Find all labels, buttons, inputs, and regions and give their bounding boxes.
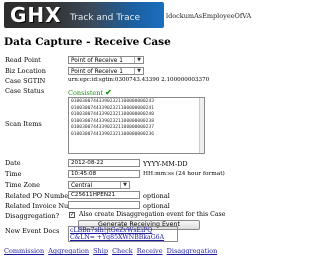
nav-check-link[interactable]: Check [112,247,133,255]
event-doc-link[interactable]: C&LN= +Yq85XWNBBkaG6A [70,234,164,241]
disaggregation-checkbox[interactable]: ✓ [69,212,75,218]
new-event-docs-label: New Event Docs [5,227,60,235]
header: GHX Track and Trace ldockumAsEmployeeOfV… [4,2,270,28]
bottom-nav: Commission Aggregation Ship Check Receiv… [4,247,219,255]
time-input[interactable]: 10:45:08 [68,170,140,178]
nav-commission-link[interactable]: Commission [4,247,44,255]
scrollbar[interactable] [199,98,204,153]
disaggregation-checkbox-label: Also create Disaggregation event for thi… [79,211,226,218]
case-sgtin-value: urn:epc:id:sgtin:0300743.43390 2.1000000… [68,77,210,83]
checkmark-icon: ✔ [105,87,112,97]
nav-disaggregation-link[interactable]: Disaggregation [167,247,218,255]
disaggregation-label: Disaggregation? [5,212,60,220]
date-format-hint: YYYY-MM-DD [143,160,188,168]
logo-subtitle: Track and Trace [70,13,141,23]
date-label: Date [5,159,21,167]
read-point-select[interactable]: Point of Receive 1 ▼ [68,56,144,64]
scan-items-label: Scan Items [5,120,42,128]
chevron-down-icon: ▼ [134,68,143,74]
page-title: Data Capture - Receive Case [4,36,171,48]
biz-location-label: Biz Location [5,67,46,75]
biz-location-select[interactable]: Point of Receive 1 ▼ [68,67,144,75]
case-status-value: Consistent ✔ [68,87,112,97]
chevron-down-icon: ▼ [120,182,129,188]
time-zone-label: Time Zone [5,181,40,189]
nav-receive-link[interactable]: Receive [137,247,163,255]
new-event-docs-box: cLBBn7slh!jtGeZvWsEiPQ C&LN= +Yq85XWNBBk… [68,226,178,242]
time-label: Time [5,170,22,178]
po-number-input[interactable]: C25611HPEN21 [68,191,140,199]
logo-text: GHX [10,3,62,27]
chevron-down-icon: ▼ [134,57,143,63]
po-optional-hint: optional [143,192,170,200]
invoice-number-input[interactable] [68,201,140,209]
user-name: ldockumAsEmployeeOfVA [166,12,252,20]
scan-items-textarea[interactable]: 010030074433902321100000000243 010030074… [68,97,205,154]
case-sgtin-label: Case SGTIN [5,77,46,85]
event-doc-link[interactable]: cLBBn7slh!jtGeZvWsEiPQ [70,227,152,234]
case-status-label: Case Status [5,87,45,95]
scan-line: 010030074433902321100000000236 [71,131,154,137]
po-number-label: Related PO Number [5,192,72,200]
date-input[interactable]: 2012-08-22 [68,159,140,167]
ghx-logo: GHX Track and Trace [4,2,164,28]
time-format-hint: HH:mm:ss (24 hour format) [143,171,225,177]
read-point-label: Read Point [5,56,41,64]
nav-aggregation-link[interactable]: Aggregation [48,247,89,255]
nav-ship-link[interactable]: Ship [93,247,108,255]
invoice-optional-hint: optional [143,202,170,210]
time-zone-select[interactable]: Central ▼ [68,181,130,189]
